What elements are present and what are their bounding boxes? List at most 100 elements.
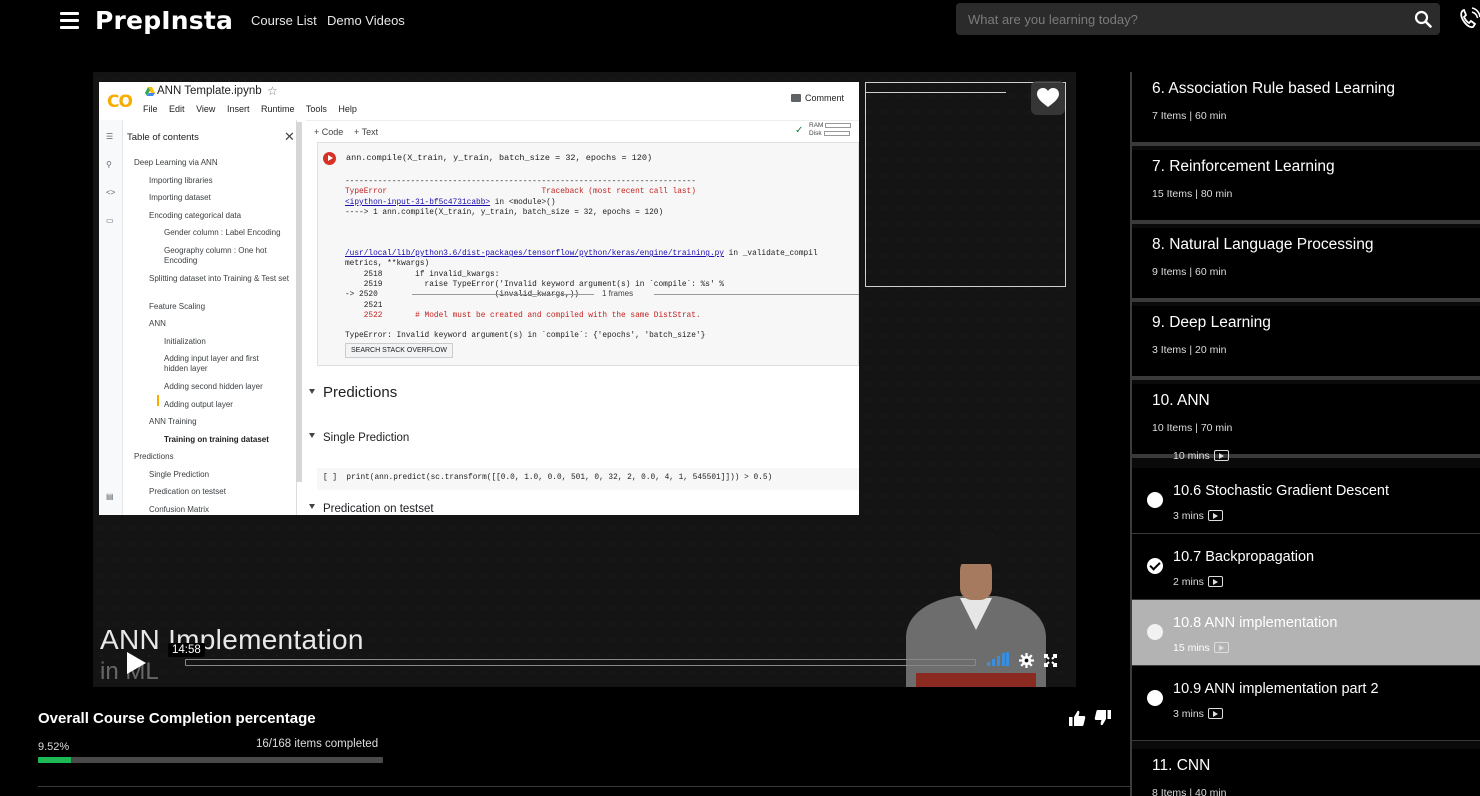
ram-label: RAM	[809, 122, 824, 129]
video-icon	[1207, 576, 1223, 587]
run-cell-icon	[323, 152, 336, 165]
comment-button: Comment	[791, 93, 844, 103]
section-7[interactable]: 7. Reinforcement Learning 15 Items | 80 …	[1132, 150, 1480, 224]
lesson-title: 10.9 ANN implementation part 2	[1173, 681, 1379, 697]
section-title: 8. Natural Language Processing	[1152, 236, 1374, 253]
lesson-duration: 2 mins	[1173, 576, 1223, 588]
menu-edit: Edit	[169, 104, 185, 114]
lesson-completed-check-icon	[1147, 558, 1163, 574]
section-title: 11. CNN	[1152, 757, 1211, 774]
comment-label: Comment	[805, 93, 845, 103]
video-progress-bar[interactable]	[185, 659, 976, 666]
course-completion-title: Overall Course Completion percentage	[38, 710, 316, 727]
nav-link-demo-videos[interactable]: Demo Videos	[327, 13, 405, 28]
section-meta: 8 Items | 40 min	[1152, 787, 1227, 796]
traceback-link: <ipython-input-31-bf5c4731cabb>	[345, 198, 491, 207]
thumbs-up-icon[interactable]	[1068, 709, 1086, 727]
completion-progress-bar	[38, 757, 383, 763]
search-stack-overflow-button: SEARCH STACK OVERFLOW	[345, 343, 453, 358]
cell-prompt: [ ]	[323, 474, 338, 482]
disk-label: Disk	[809, 130, 822, 137]
phone-icon[interactable]	[1458, 6, 1480, 32]
output-line: ----------------------------------------…	[345, 178, 696, 186]
section-meta: 10 Items | 70 min	[1152, 422, 1233, 434]
search-input[interactable]	[956, 3, 1396, 35]
output-line: 2519 raise TypeError('Invalid keyword ar…	[345, 280, 724, 289]
section-title: Predication on testset	[323, 503, 434, 515]
toc-item: Encoding categorical data	[149, 211, 242, 220]
toc-item: Initialization	[164, 337, 206, 346]
section-11[interactable]: 11. CNN 8 Items | 40 min	[1132, 749, 1480, 796]
lesson-duration: 3 mins	[1173, 708, 1223, 720]
section-meta: 3 Items | 20 min	[1152, 344, 1227, 356]
toc-item: Splitting dataset into Training & Test s…	[149, 274, 289, 283]
thumbs-down-icon[interactable]	[1094, 709, 1112, 727]
lesson-item[interactable]: 10.9 ANN implementation part 2 3 mins	[1132, 666, 1480, 741]
completion-percentage: 9.52%	[38, 741, 70, 753]
toc-item: Feature Scaling	[149, 302, 206, 311]
toc-item: Gender column : Label Encoding	[164, 228, 281, 237]
colab-menu-bar: File Edit View Insert Runtime Tools Help	[143, 104, 366, 114]
lesson-duration: 15 mins	[1173, 642, 1229, 654]
settings-gear-icon[interactable]	[1019, 653, 1034, 668]
lesson-duration: 3 mins	[1173, 510, 1223, 522]
menu-tools: Tools	[305, 104, 327, 114]
lesson-duration: 10 mins	[1173, 450, 1229, 462]
connected-check-icon: ✓	[795, 125, 804, 136]
colab-notebook-screenshot: CO ANN Template.ipynb ☆ File Edit View I…	[99, 82, 859, 515]
video-icon	[1207, 510, 1223, 521]
play-icon[interactable]	[124, 650, 148, 676]
section-6[interactable]: 6. Association Rule based Learning 7 Ite…	[1132, 72, 1480, 146]
lesson-status-radio	[1147, 690, 1163, 706]
colab-toolbar: + Code + Text	[306, 120, 859, 142]
output-line: in _validate_compil	[724, 250, 818, 259]
ram-disk-meter: RAM Disk	[809, 122, 852, 138]
divider	[38, 786, 1130, 787]
heart-icon[interactable]	[1031, 81, 1065, 115]
menu-view: View	[196, 104, 216, 114]
toc-item: Confusion Matrix	[149, 505, 210, 514]
video-icon	[1213, 642, 1229, 653]
nav-link-course-list[interactable]: Course List	[251, 13, 317, 28]
close-icon: ✕	[284, 129, 295, 144]
lesson-title: 10.7 Backpropagation	[1173, 549, 1315, 565]
section-title: Single Prediction	[323, 432, 410, 444]
section-8[interactable]: 8. Natural Language Processing 9 Items |…	[1132, 228, 1480, 302]
toc-item: Deep Learning via ANN	[134, 158, 218, 167]
toc-item: ANN Training	[149, 417, 197, 426]
frames-label: 1 frames	[602, 289, 634, 298]
add-text-label: + Text	[354, 127, 379, 137]
lesson-status-radio	[1147, 492, 1163, 508]
lesson-status-radio	[1147, 624, 1163, 640]
lesson-item-active[interactable]: 10.8 ANN implementation 15 mins	[1132, 600, 1480, 666]
lesson-duration-text: 15 mins	[1173, 642, 1210, 654]
notebook-title: ANN Template.ipynb	[157, 85, 262, 97]
video-player[interactable]: CO ANN Template.ipynb ☆ File Edit View I…	[93, 72, 1076, 687]
section-title: Predictions	[323, 384, 398, 401]
hamburger-menu-icon[interactable]	[60, 12, 79, 29]
toc-item: Predictions	[134, 452, 174, 461]
search-icon[interactable]	[1414, 10, 1432, 28]
output-line: TypeError Traceback (most recent call la…	[345, 188, 696, 197]
code-line: print(ann.predict(sc.transform([[0.0, 1.…	[346, 474, 773, 482]
drive-icon	[145, 87, 155, 96]
menu-file: File	[143, 104, 158, 114]
menu-insert: Insert	[226, 104, 250, 114]
fullscreen-icon[interactable]	[1044, 654, 1057, 667]
toc-item: Adding output layer	[164, 400, 233, 409]
section-10[interactable]: 10. ANN 10 Items | 70 min	[1132, 384, 1480, 458]
lesson-item[interactable]: 10.7 Backpropagation 2 mins	[1132, 534, 1480, 600]
course-curriculum-sidebar: 6. Association Rule based Learning 7 Ite…	[1130, 72, 1480, 796]
section-title: 6. Association Rule based Learning	[1152, 80, 1395, 97]
toc-title: Table of contents	[127, 132, 199, 143]
output-line: ----> 1 ann.compile(X_train, y_train, ba…	[345, 208, 664, 217]
volume-icon[interactable]	[987, 652, 1009, 666]
section-title: 7. Reinforcement Learning	[1152, 158, 1335, 175]
prepinsta-logo[interactable]: PrepInsta	[95, 6, 233, 35]
section-9[interactable]: 9. Deep Learning 3 Items | 20 min	[1132, 306, 1480, 380]
lesson-item[interactable]: 10.6 Stochastic Gradient Descent 3 mins	[1132, 468, 1480, 534]
section-meta: 15 Items | 80 min	[1152, 188, 1233, 200]
comment-icon	[791, 94, 801, 102]
completion-progress-fill	[38, 757, 71, 763]
output-line: metrics, **kwargs)	[345, 260, 430, 269]
